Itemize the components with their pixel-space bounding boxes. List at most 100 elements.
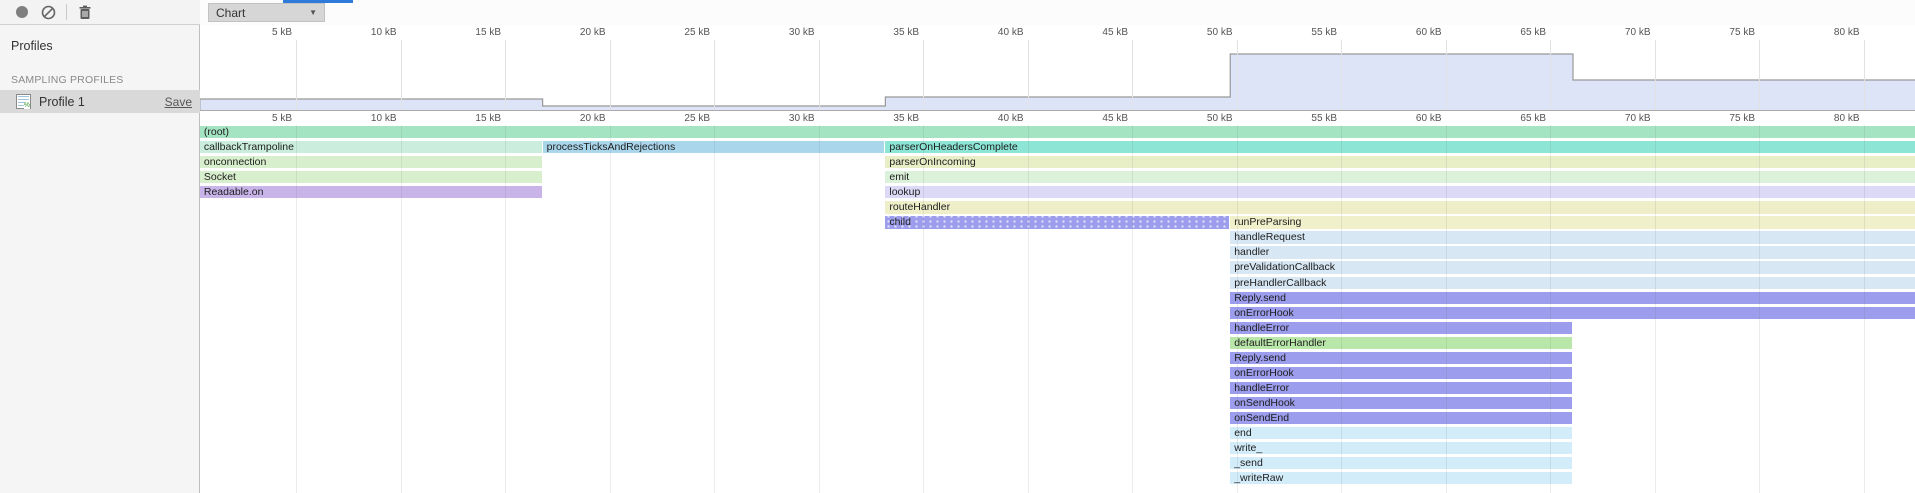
gridline	[714, 40, 715, 110]
ruler-tick-label: 55 kB	[1267, 25, 1337, 40]
flame-bar-preValidationCallback[interactable]: preValidationCallback	[1230, 261, 1915, 273]
flame-bar-callbackTrampoline[interactable]: callbackTrampoline	[200, 141, 542, 153]
flame-bar-emit[interactable]: emit	[885, 171, 1914, 183]
gridline	[1759, 40, 1760, 110]
toolbar-separator	[66, 4, 67, 20]
flame-bar-handler[interactable]: handler	[1230, 246, 1915, 258]
sampling-profiles-section-label: SAMPLING PROFILES	[0, 53, 199, 86]
ruler-tick-label: 60 kB	[1372, 25, 1442, 40]
ruler-tick-label: 35 kB	[849, 111, 919, 126]
profile-list-item[interactable]: % Profile 1 Save	[0, 90, 200, 113]
ruler-tick-label: 20 kB	[536, 25, 606, 40]
gridline	[1550, 40, 1551, 110]
gridline	[1759, 125, 1760, 493]
flame-bar-handleError[interactable]: handleError	[1230, 322, 1572, 334]
ruler-tick-label: 30 kB	[745, 25, 815, 40]
gridline	[296, 125, 297, 493]
ruler-tick-label: 10 kB	[327, 111, 397, 126]
ruler-tick-label: 80 kB	[1790, 25, 1860, 40]
gridline	[1655, 125, 1656, 493]
block-icon	[41, 5, 56, 20]
ruler-top: 5 kB10 kB15 kB20 kB25 kB30 kB35 kB40 kB4…	[200, 25, 1915, 40]
gridline	[1237, 40, 1238, 110]
ruler-tick-label: 25 kB	[640, 111, 710, 126]
delete-profile-button[interactable]	[77, 4, 93, 20]
gridline	[1341, 40, 1342, 110]
ruler-tick-label: 30 kB	[745, 111, 815, 126]
gridline	[1132, 125, 1133, 493]
gridline	[1237, 125, 1238, 493]
gridline	[401, 40, 402, 110]
profile-document-icon: %	[16, 94, 31, 109]
gridline	[1550, 125, 1551, 493]
ruler-tick-label: 5 kB	[222, 111, 292, 126]
flame-bar-_writeRaw[interactable]: _writeRaw	[1230, 472, 1572, 484]
gridline	[923, 125, 924, 493]
flame-bar-Reply.send[interactable]: Reply.send	[1230, 352, 1572, 364]
gridline	[1341, 125, 1342, 493]
flame-bar-runPreParsing[interactable]: runPreParsing	[1230, 216, 1915, 228]
ruler-tick-label: 50 kB	[1163, 111, 1233, 126]
flame-bar-onErrorHook[interactable]: onErrorHook	[1230, 367, 1572, 379]
ruler-tick-label: 75 kB	[1685, 25, 1755, 40]
flame-bar-onconnection[interactable]: onconnection	[200, 156, 542, 168]
flame-bar-handleRequest[interactable]: handleRequest	[1230, 231, 1915, 243]
record-button[interactable]	[14, 4, 30, 20]
flame-bar-lookup[interactable]: lookup	[885, 186, 1914, 198]
ruler-tick-label: 70 kB	[1581, 25, 1651, 40]
flame-bar-onSendHook[interactable]: onSendHook	[1230, 397, 1572, 409]
heap-overview-minimap[interactable]	[200, 40, 1915, 110]
gridline	[1028, 40, 1029, 110]
record-icon	[15, 5, 29, 19]
flame-bar-write_[interactable]: write_	[1230, 442, 1572, 454]
ruler-tick-label: 55 kB	[1267, 111, 1337, 126]
clear-profiles-button[interactable]	[40, 4, 56, 20]
ruler-tick-label: 70 kB	[1581, 111, 1651, 126]
flame-bar-defaultErrorHandler[interactable]: defaultErrorHandler	[1230, 337, 1572, 349]
gridline	[610, 40, 611, 110]
ruler-tick-label: 65 kB	[1476, 111, 1546, 126]
flame-bar-child[interactable]: child	[885, 216, 1229, 228]
flame-bar-onErrorHook[interactable]: onErrorHook	[1230, 307, 1915, 319]
ruler-tick-label: 10 kB	[327, 25, 397, 40]
ruler-tick-label: 15 kB	[431, 25, 501, 40]
flame-bar-end[interactable]: end	[1230, 427, 1572, 439]
flame-bar-preHandlerCallback[interactable]: preHandlerCallback	[1230, 277, 1915, 289]
gridline	[1028, 125, 1029, 493]
view-select[interactable]: Chart ▼	[208, 3, 325, 22]
ruler-tick-label: 40 kB	[954, 25, 1024, 40]
gridline	[714, 125, 715, 493]
flame-bar-_send[interactable]: _send	[1230, 457, 1572, 469]
flame-bar-Reply.send[interactable]: Reply.send	[1230, 292, 1915, 304]
ruler-tick-label: 15 kB	[431, 111, 501, 126]
flame-bar-Readable.on[interactable]: Readable.on	[200, 186, 542, 198]
flame-bar-handleError[interactable]: handleError	[1230, 382, 1572, 394]
minimap-area	[200, 54, 1915, 110]
ruler-tick-label: 75 kB	[1685, 111, 1755, 126]
flame-bar-onSendEnd[interactable]: onSendEnd	[1230, 412, 1572, 424]
save-link[interactable]: Save	[165, 95, 192, 109]
gridline	[1655, 40, 1656, 110]
gridline	[1446, 40, 1447, 110]
gridline	[505, 125, 506, 493]
ruler-tick-label: 60 kB	[1372, 111, 1442, 126]
profiles-sidebar: Profiles SAMPLING PROFILES % Profile 1 S…	[0, 25, 200, 493]
ruler-tick-label: 5 kB	[222, 25, 292, 40]
flame-bar-Socket[interactable]: Socket	[200, 171, 542, 183]
ruler-tick-label: 50 kB	[1163, 25, 1233, 40]
ruler-tick-label: 40 kB	[954, 111, 1024, 126]
gridline	[610, 125, 611, 493]
flame-bar-root[interactable]: (root)	[200, 126, 1915, 138]
flame-bar-parserOnHeadersComplete[interactable]: parserOnHeadersComplete	[885, 141, 1914, 153]
flame-chart[interactable]: (root)callbackTrampolineprocessTicksAndR…	[200, 125, 1915, 493]
ruler-tick-label: 25 kB	[640, 25, 710, 40]
gridline	[1132, 40, 1133, 110]
profiler-toolbar	[0, 0, 200, 25]
ruler-tick-label: 20 kB	[536, 111, 606, 126]
flame-bar-routeHandler[interactable]: routeHandler	[885, 201, 1914, 213]
ruler-bottom: 5 kB10 kB15 kB20 kB25 kB30 kB35 kB40 kB4…	[200, 110, 1915, 125]
flame-bar-parserOnIncoming[interactable]: parserOnIncoming	[885, 156, 1914, 168]
gridline	[1446, 125, 1447, 493]
panel-title: Profiles	[0, 25, 199, 53]
view-select-value: Chart	[216, 6, 245, 20]
